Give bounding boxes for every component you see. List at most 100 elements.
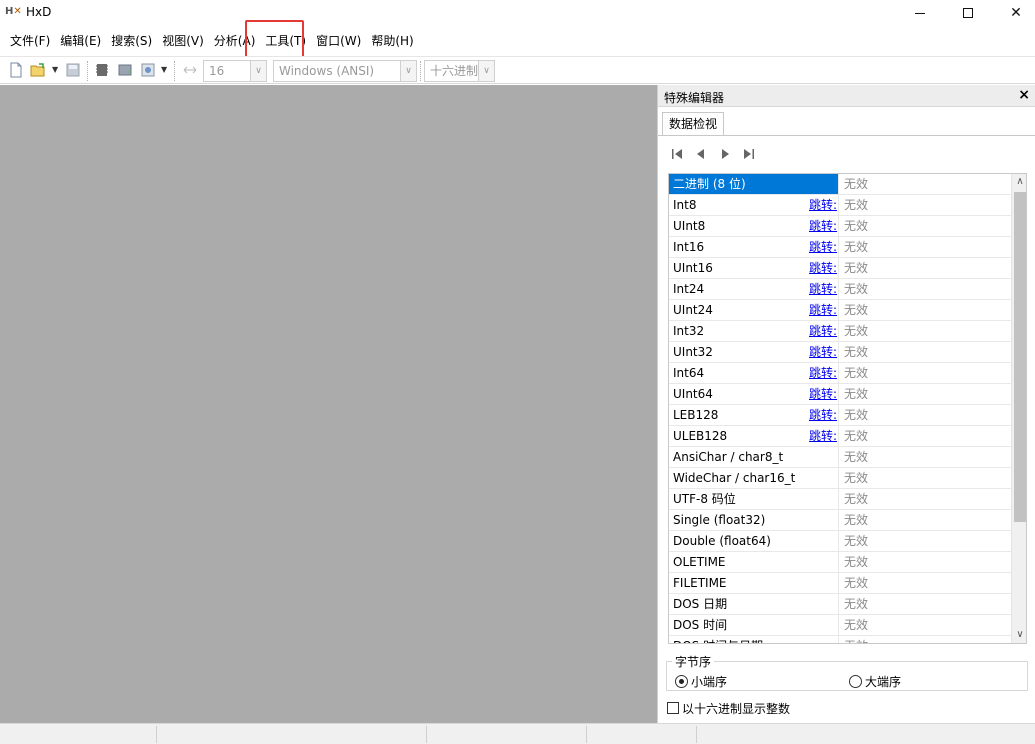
table-row[interactable]: OLETIME 无效 [669,552,1011,573]
little-endian-radio[interactable]: 小端序 [675,674,727,689]
table-row[interactable]: DOS 时间与日期无效 [669,636,1011,643]
table-row[interactable]: 二进制 (8 位) 无效 [669,174,1011,195]
table-row[interactable]: Int64 跳转: 无效 [669,363,1011,384]
disk-icon[interactable] [117,62,133,78]
table-row[interactable]: Int8 跳转: 无效 [669,195,1011,216]
row-value[interactable]: 无效 [844,552,868,572]
table-row[interactable]: UTF-8 码位 无效 [669,489,1011,510]
table-row[interactable]: UInt24 跳转: 无效 [669,300,1011,321]
menu-view[interactable]: 视图(V) [157,30,209,52]
open-folder-icon[interactable] [30,62,46,78]
row-value[interactable]: 无效 [844,174,868,194]
row-value[interactable]: 无效 [844,447,868,467]
table-row[interactable]: UInt32 跳转: 无效 [669,342,1011,363]
table-row[interactable]: LEB128 跳转: 无效 [669,405,1011,426]
scroll-thumb[interactable] [1014,192,1026,522]
scroll-down-icon[interactable]: ∨ [1012,627,1026,643]
menu-edit[interactable]: 编辑(E) [55,30,106,52]
table-row[interactable]: Int16 跳转: 无效 [669,237,1011,258]
jump-link[interactable]: 跳转: [809,237,837,257]
go-previous-icon[interactable] [694,147,708,161]
row-value[interactable]: 无效 [844,258,868,278]
charset-value: Windows (ANSI) [279,64,375,78]
menu-help[interactable]: 帮助(H) [366,30,418,52]
menu-tools[interactable]: 工具(T) [260,30,311,52]
open-dropdown-icon[interactable]: ▼ [52,65,58,74]
table-row[interactable]: UInt16 跳转: 无效 [669,258,1011,279]
status-cell [157,726,427,743]
table-row[interactable]: DOS 时间 无效 [669,615,1011,636]
jump-link[interactable]: 跳转: [809,195,837,215]
radio-selected-icon [675,674,688,688]
row-value[interactable]: 无效 [844,573,868,593]
jump-link[interactable]: 跳转: [809,321,837,341]
status-cell [0,726,157,743]
row-value[interactable]: 无效 [844,216,868,236]
row-value[interactable]: 无效 [844,615,868,635]
go-next-icon[interactable] [718,147,732,161]
table-row[interactable]: Int32 跳转: 无效 [669,321,1011,342]
vertical-scrollbar[interactable]: ∧ ∨ [1011,174,1026,643]
disk-image-dropdown-icon[interactable]: ▼ [161,65,167,74]
chevron-down-icon: ∨ [400,61,416,81]
jump-link[interactable]: 跳转: [809,363,837,383]
tab-data-inspector[interactable]: 数据检视 [662,112,724,136]
offset-base-select[interactable]: 十六进制 ∨ [424,60,495,82]
row-value[interactable]: 无效 [844,363,868,383]
table-row[interactable]: AnsiChar / char8_t 无效 [669,447,1011,468]
row-value[interactable]: 无效 [844,531,868,551]
row-value[interactable]: 无效 [844,195,868,215]
table-row[interactable]: UInt8 跳转: 无效 [669,216,1011,237]
row-value[interactable]: 无效 [844,384,868,404]
row-type-name: DOS 日期 [669,594,839,614]
jump-link[interactable]: 跳转: [809,279,837,299]
row-value[interactable]: 无效 [844,510,868,530]
table-row[interactable]: ULEB128 跳转: 无效 [669,426,1011,447]
table-row[interactable]: Int24 跳转: 无效 [669,279,1011,300]
save-icon[interactable] [65,62,81,78]
row-value[interactable]: 无效 [844,321,868,341]
row-value[interactable]: 无效 [844,489,868,509]
jump-link[interactable]: 跳转: [809,426,837,446]
menu-search[interactable]: 搜索(S) [106,30,157,52]
jump-link[interactable]: 跳转: [809,405,837,425]
maximize-button[interactable] [945,0,991,26]
close-button[interactable]: ✕ [993,0,1035,26]
hex-integers-checkbox[interactable]: 以十六进制显示整数 [667,701,790,716]
row-value[interactable]: 无效 [844,426,868,446]
row-value[interactable]: 无效 [844,300,868,320]
new-file-icon[interactable] [8,62,24,78]
byte-order-label: 字节序 [672,653,715,670]
menu-window[interactable]: 窗口(W) [311,30,366,52]
table-row[interactable]: Double (float64) 无效 [669,531,1011,552]
jump-link[interactable]: 跳转: [809,342,837,362]
row-value[interactable]: 无效 [844,636,868,643]
jump-link[interactable]: 跳转: [809,384,837,404]
menu-analysis[interactable]: 分析(A) [209,30,261,52]
table-row[interactable]: FILETIME 无效 [669,573,1011,594]
jump-link[interactable]: 跳转: [809,216,837,236]
table-row[interactable]: Single (float32) 无效 [669,510,1011,531]
row-value[interactable]: 无效 [844,237,868,257]
jump-link[interactable]: 跳转: [809,300,837,320]
menu-file[interactable]: 文件(F) [0,30,55,52]
row-value[interactable]: 无效 [844,468,868,488]
go-last-icon[interactable] [742,147,756,161]
charset-select[interactable]: Windows (ANSI) ∨ [273,60,417,82]
disk-image-icon[interactable] [140,62,156,78]
big-endian-radio[interactable]: 大端序 [849,674,901,689]
row-value[interactable]: 无效 [844,405,868,425]
row-value[interactable]: 无效 [844,342,868,362]
table-row[interactable]: UInt64 跳转: 无效 [669,384,1011,405]
table-row[interactable]: WideChar / char16_t 无效 [669,468,1011,489]
table-row[interactable]: DOS 日期 无效 [669,594,1011,615]
row-value[interactable]: 无效 [844,594,868,614]
panel-close-icon[interactable]: × [1018,87,1030,103]
bytes-per-row-select[interactable]: 16 ∨ [203,60,267,82]
ram-icon[interactable] [94,62,110,78]
scroll-up-icon[interactable]: ∧ [1012,174,1026,190]
go-first-icon[interactable] [670,147,684,161]
minimize-button[interactable] [897,0,943,26]
row-value[interactable]: 无效 [844,279,868,299]
jump-link[interactable]: 跳转: [809,258,837,278]
